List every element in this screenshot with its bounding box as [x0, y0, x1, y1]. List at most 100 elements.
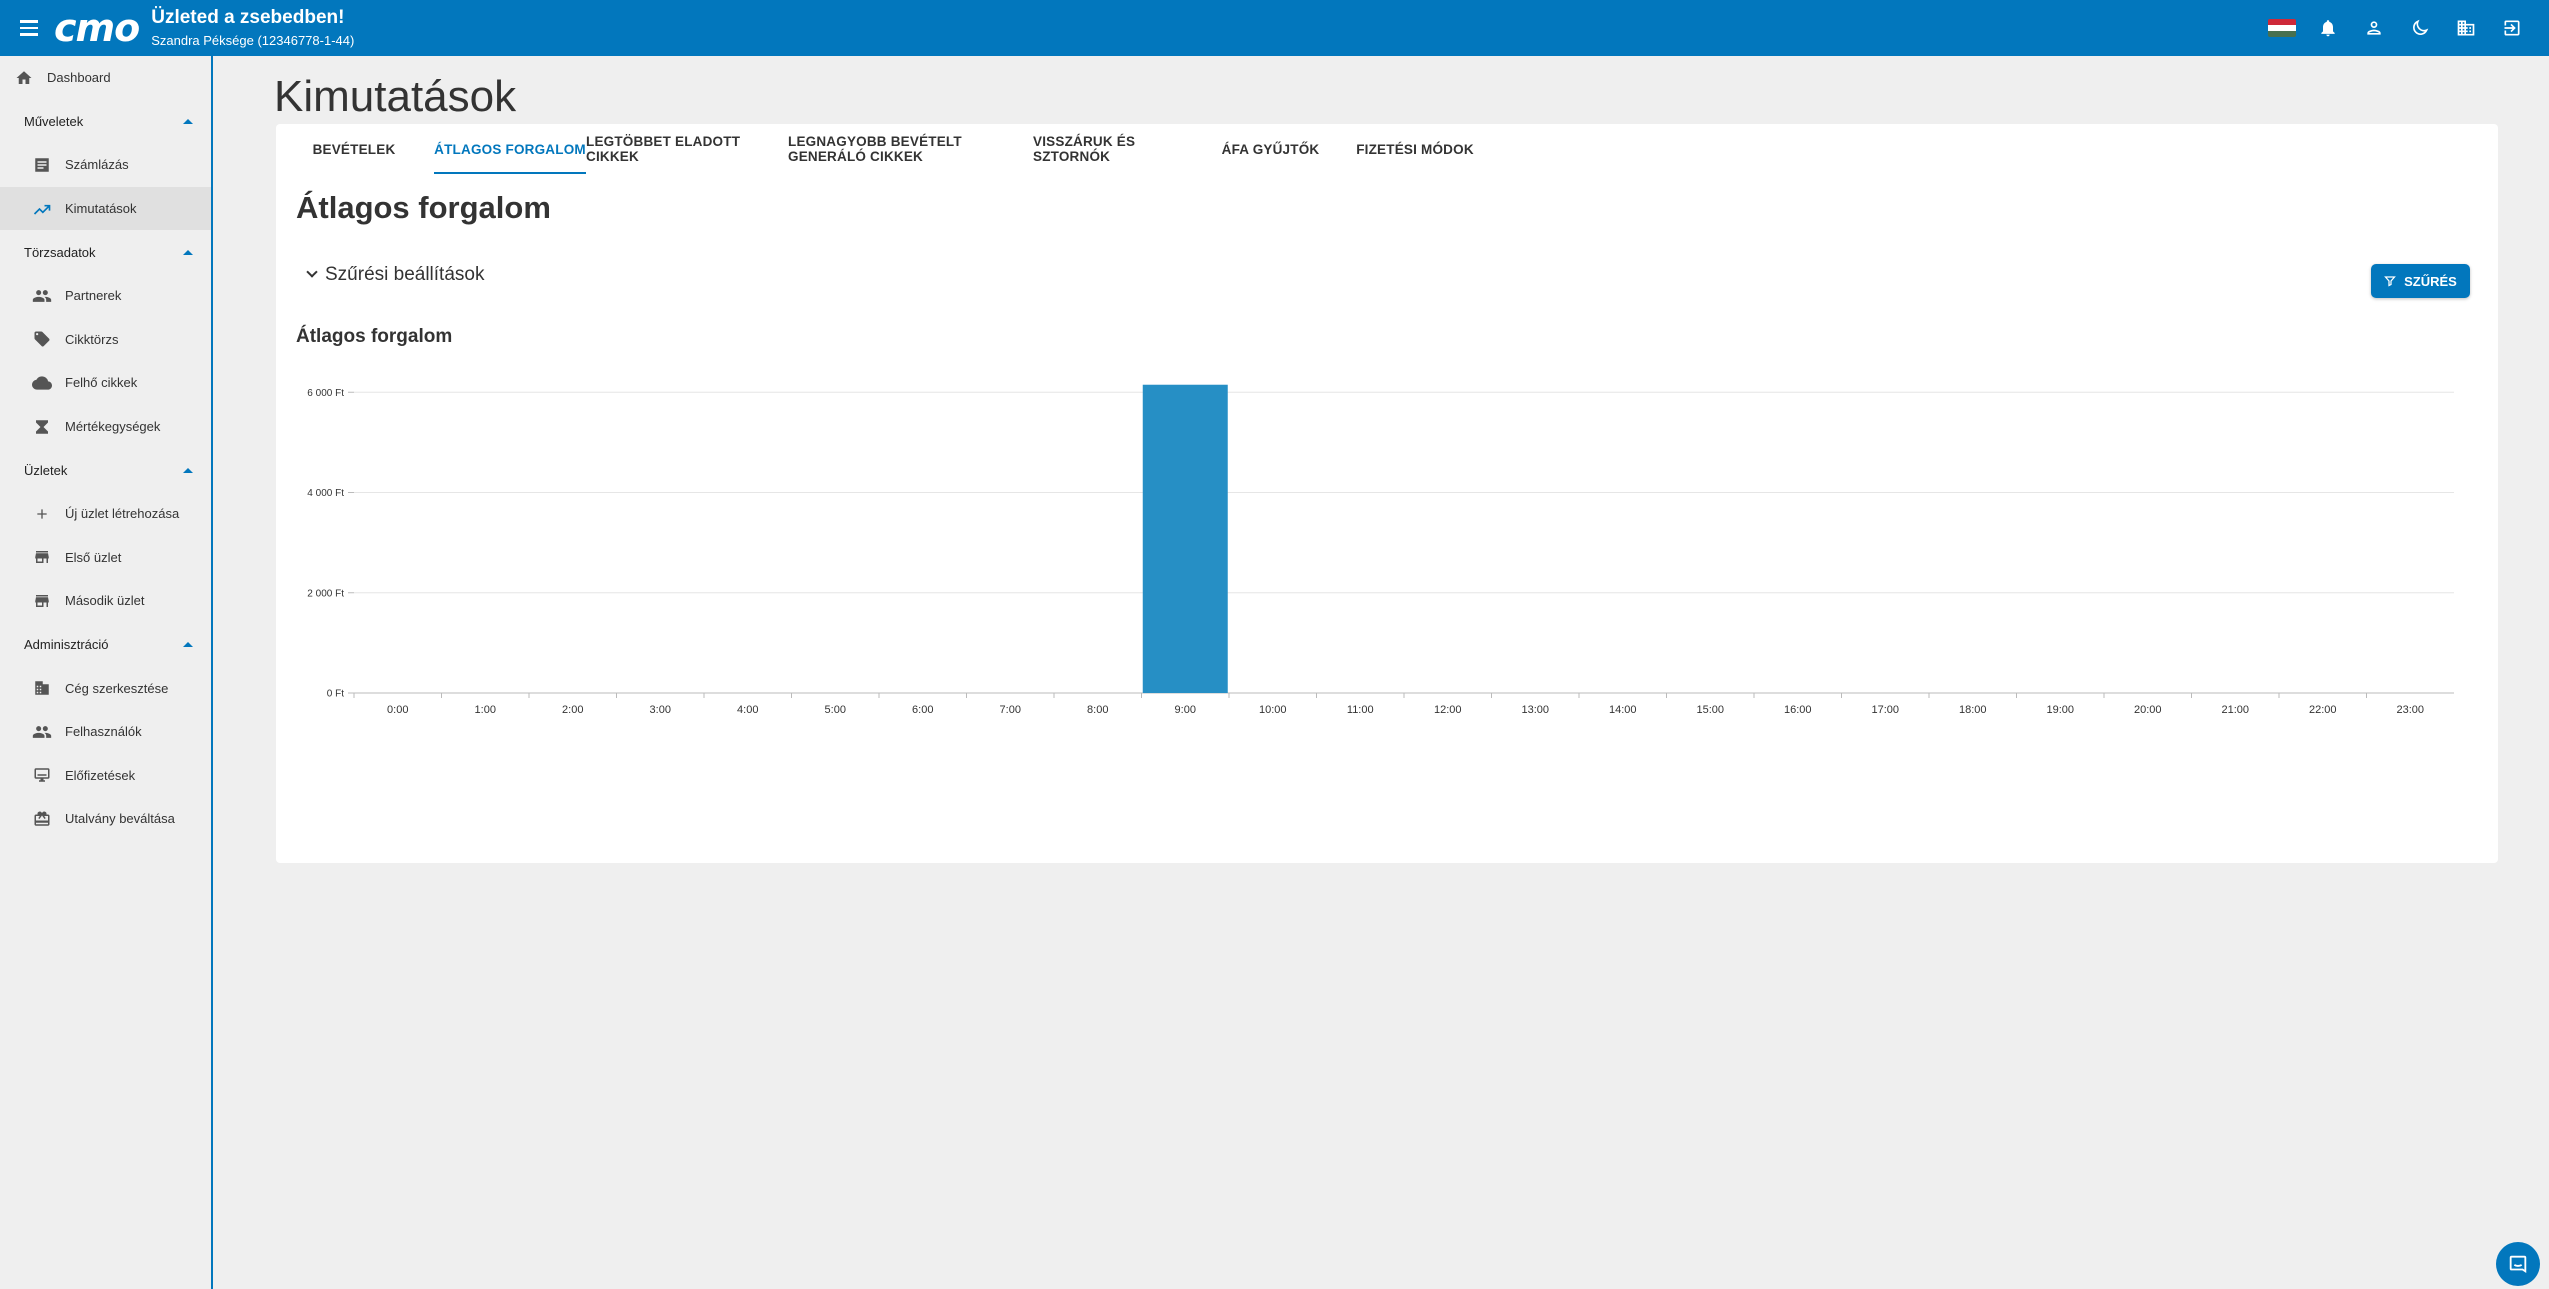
y-tick-label: 2 000 Ft: [307, 588, 344, 599]
company-name: Szandra Péksége (12346778-1-44): [151, 32, 355, 48]
sidebar-item-label: Második üzlet: [65, 593, 145, 609]
tag-icon: [32, 329, 52, 349]
sidebar-section-adminisztracio[interactable]: Adminisztráció: [0, 623, 211, 667]
store-icon: [32, 547, 52, 567]
sidebar-item-mertekegysegek[interactable]: Mértékegységek: [0, 405, 211, 449]
x-tick-label: 18:00: [1959, 704, 1987, 716]
sidebar-item-label: Utalvány beváltása: [65, 811, 175, 827]
home-icon: [14, 68, 34, 88]
sidebar-item-dashboard[interactable]: Dashboard: [0, 56, 211, 100]
x-tick-label: 4:00: [737, 704, 758, 716]
scale-icon: [32, 417, 52, 437]
x-tick-label: 12:00: [1434, 704, 1462, 716]
hungarian-flag-icon[interactable]: [2259, 0, 2305, 56]
company-icon[interactable]: [2443, 0, 2489, 56]
x-tick-label: 7:00: [1000, 704, 1021, 716]
average-traffic-chart: 0 Ft2 000 Ft4 000 Ft6 000 Ft8 000 Ft0:00…: [307, 384, 2454, 716]
sidebar-item-elso-uzlet[interactable]: Első üzlet: [0, 536, 211, 580]
chart-title: Átlagos forgalom: [296, 326, 453, 347]
sidebar-item-label: Cég szerkesztése: [65, 680, 169, 696]
section-label: Törzsadatok: [24, 244, 96, 260]
section-title: Átlagos forgalom: [296, 190, 551, 225]
sidebar-section-torzsadatok[interactable]: Törzsadatok: [0, 230, 211, 274]
trending-icon: [32, 199, 52, 219]
tab-legnagyobb-bevetelt-generalo-cikkek[interactable]: LEGNAGYOBB BEVÉTELT GENERÁLÓ CIKKEK: [788, 124, 1033, 174]
chevron-down-icon: [306, 266, 318, 278]
x-tick-label: 16:00: [1784, 704, 1812, 716]
filter-icon: [2384, 276, 2397, 287]
plus-icon: [32, 504, 52, 524]
sidebar-item-partnerek[interactable]: Partnerek: [0, 274, 211, 318]
tab-atlagos-forgalom[interactable]: ÁTLAGOS FORGALOM: [434, 124, 586, 174]
filter-button-label: SZŰRÉS: [2404, 273, 2457, 289]
x-tick-label: 13:00: [1521, 704, 1549, 716]
tab-bevetelek[interactable]: BEVÉTELEK: [276, 124, 432, 174]
hamburger-menu-icon[interactable]: [20, 16, 44, 40]
section-label: Üzletek: [24, 462, 68, 478]
filter-settings-label: Szűrési beállítások: [325, 264, 485, 285]
sidebar-item-ceg-szerkesztese[interactable]: Cég szerkesztése: [0, 666, 211, 710]
sidebar-item-szamlazas[interactable]: Számlázás: [0, 143, 211, 187]
y-tick-label: 4 000 Ft: [307, 488, 344, 499]
sidebar-item-label: Első üzlet: [65, 549, 122, 565]
section-label: Műveletek: [24, 113, 84, 129]
y-tick-label: 0 Ft: [327, 689, 344, 700]
app-title: Üzleted a zsebedben!: [151, 6, 345, 28]
section-label: Adminisztráció: [24, 637, 109, 653]
bell-icon[interactable]: [2305, 0, 2351, 56]
sidebar-item-label: Felhasználók: [65, 724, 142, 740]
sidebar-item-label: Dashboard: [47, 70, 111, 86]
cloud-icon: [32, 373, 52, 393]
sidebar-item-label: Mértékegységek: [65, 419, 161, 435]
sidebar-item-label: Számlázás: [65, 157, 129, 173]
x-tick-label: 14:00: [1609, 704, 1637, 716]
sidebar-item-kimutatasok[interactable]: Kimutatások: [0, 186, 211, 231]
receipt-icon: [32, 155, 52, 175]
chat-button[interactable]: [2496, 1242, 2540, 1286]
x-tick-label: 3:00: [650, 704, 671, 716]
filter-settings-toggle[interactable]: Szűrési beállítások: [306, 264, 484, 286]
store-icon: [32, 591, 52, 611]
sidebar-item-elofizetesek[interactable]: Előfizetések: [0, 754, 211, 798]
logout-icon[interactable]: [2489, 0, 2535, 56]
x-tick-label: 23:00: [2396, 704, 2424, 716]
x-tick-label: 15:00: [1696, 704, 1724, 716]
x-tick-label: 17:00: [1871, 704, 1899, 716]
sidebar-item-label: Kimutatások: [65, 201, 137, 217]
sidebar-item-utalvany[interactable]: Utalvány beváltása: [0, 797, 211, 841]
x-tick-label: 19:00: [2046, 704, 2074, 716]
sidebar-item-uj-uzlet[interactable]: Új üzlet létrehozása: [0, 492, 211, 536]
filter-button[interactable]: SZŰRÉS: [2371, 264, 2470, 298]
tab-fizetesi-modok[interactable]: FIZETÉSI MÓDOK: [1351, 124, 1479, 174]
moon-icon[interactable]: [2397, 0, 2443, 56]
people-icon: [32, 722, 52, 742]
x-tick-label: 11:00: [1347, 704, 1374, 716]
sidebar-item-felhasznalok[interactable]: Felhasználók: [0, 710, 211, 754]
user-icon[interactable]: [2351, 0, 2397, 56]
tab-afa-gyujtok[interactable]: ÁFA GYŰJTŐK: [1190, 124, 1351, 174]
tab-visszaruk-es-sztornok[interactable]: VISSZÁRUK ÉS SZTORNÓK: [1033, 124, 1190, 174]
people-icon: [32, 286, 52, 306]
x-tick-label: 1:00: [475, 704, 496, 716]
x-tick-label: 2:00: [562, 704, 583, 716]
sidebar-section-muveletek[interactable]: Műveletek: [0, 100, 211, 144]
report-card: BEVÉTELEK ÁTLAGOS FORGALOM LEGTÖBBET ELA…: [276, 124, 2498, 863]
sidebar-item-cikktorzs[interactable]: Cikktörzs: [0, 318, 211, 362]
x-tick-label: 22:00: [2309, 704, 2337, 716]
sidebar-item-label: Cikktörzs: [65, 331, 119, 347]
bar-9-00: [1142, 384, 1228, 693]
x-tick-label: 9:00: [1175, 704, 1196, 716]
logo[interactable]: cmo: [54, 9, 140, 47]
chat-icon: [2509, 1255, 2527, 1274]
sidebar-item-felho-cikkek[interactable]: Felhő cikkek: [0, 361, 211, 405]
sidebar-section-uzletek[interactable]: Üzletek: [0, 448, 211, 492]
sidebar-item-masodik-uzlet[interactable]: Második üzlet: [0, 579, 211, 623]
tab-legtobbet-eladott-cikkek[interactable]: LEGTÖBBET ELADOTT CIKKEK: [586, 124, 788, 174]
page-title: Kimutatások: [274, 72, 517, 121]
y-tick-label: 6 000 Ft: [307, 388, 344, 399]
brand: Üzleted a zsebedben! Szandra Péksége (12…: [151, 7, 354, 50]
sidebar: Dashboard Műveletek Számlázás Kimutatáso…: [0, 56, 213, 1289]
sidebar-item-label: Új üzlet létrehozása: [65, 506, 180, 522]
business-edit-icon: [32, 678, 52, 698]
app-header: cmo Üzleted a zsebedben! Szandra Péksége…: [0, 0, 2549, 56]
